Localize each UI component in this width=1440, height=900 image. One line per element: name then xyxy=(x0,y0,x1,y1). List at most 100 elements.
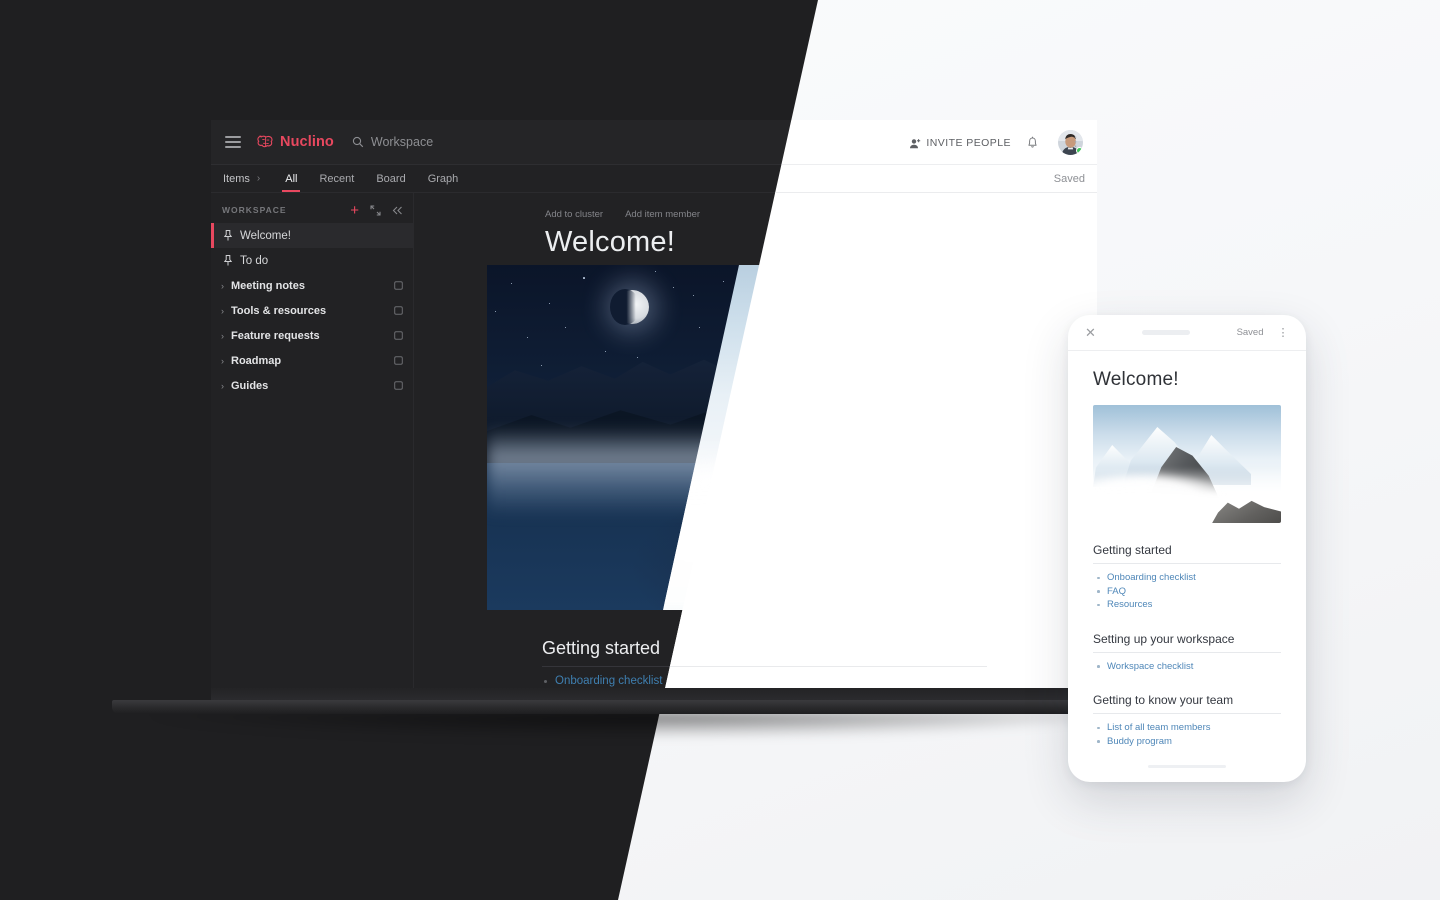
tab-graph[interactable]: Graph xyxy=(417,165,470,192)
sidebar-group-feature-requests[interactable]: › Feature requests xyxy=(211,323,413,348)
sidebar-item-welcome[interactable]: Welcome! xyxy=(211,223,413,248)
sidebar-header: WORKSPACE + xyxy=(211,197,413,223)
phone-device: ✕ Saved ⋮ Welcome! Getting started Onboa… xyxy=(1068,315,1306,782)
add-to-cluster-button[interactable]: Add to cluster xyxy=(545,209,603,220)
list-item[interactable]: List of all team members xyxy=(1097,721,1281,735)
chevron-right-icon: › xyxy=(256,173,261,184)
pin-icon xyxy=(224,230,232,241)
nuclino-brain-icon xyxy=(257,135,274,149)
list-item[interactable]: Resources xyxy=(1097,598,1281,612)
chevron-right-icon: › xyxy=(221,280,224,291)
sidebar-actions: + xyxy=(350,203,403,218)
tab-recent-label: Recent xyxy=(319,172,355,185)
tab-board[interactable]: Board xyxy=(365,165,416,192)
breadcrumb-label: Items xyxy=(223,172,250,185)
phone-section-getting-started: Getting started Onboarding checklist FAQ… xyxy=(1093,543,1281,612)
invite-people-button[interactable]: INVITE PEOPLE xyxy=(909,136,1011,148)
list-item[interactable]: FAQ xyxy=(1097,585,1281,599)
phone-link-list: List of all team members Buddy program xyxy=(1093,721,1281,748)
sidebar-group-tools-resources[interactable]: › Tools & resources xyxy=(211,298,413,323)
search-placeholder: Workspace xyxy=(370,135,434,149)
pin-icon xyxy=(224,255,232,266)
breadcrumb-placeholder xyxy=(1142,330,1191,335)
promo-composition: Nuclino Workspace INVITE PEOPLE Items › … xyxy=(0,0,1440,900)
bell-icon[interactable] xyxy=(1027,135,1040,149)
laptop-base xyxy=(112,700,1152,714)
moon-shadow xyxy=(610,289,640,325)
tab-recent[interactable]: Recent xyxy=(308,165,365,192)
sidebar-section-title: WORKSPACE xyxy=(222,205,287,215)
phone-hero-image xyxy=(1093,405,1281,523)
onboarding-checklist-link[interactable]: Onboarding checklist xyxy=(555,675,662,687)
sidebar-item-welcome-label: Welcome! xyxy=(240,229,291,242)
list-item[interactable]: Onboarding checklist xyxy=(1097,571,1281,585)
sidebar-group-meeting-notes-label: Meeting notes xyxy=(231,279,305,292)
cluster-icon xyxy=(394,381,403,390)
chevron-right-icon: › xyxy=(221,355,224,366)
add-person-icon xyxy=(909,137,921,148)
section-divider xyxy=(1093,651,1281,653)
section-divider xyxy=(1093,563,1281,564)
close-icon[interactable]: ✕ xyxy=(1085,326,1096,339)
tab-board-label: Board xyxy=(376,172,406,185)
app-topbar: Nuclino Workspace INVITE PEOPLE xyxy=(211,120,1097,165)
phone-page-title: Welcome! xyxy=(1093,369,1179,390)
list-item[interactable]: Buddy program xyxy=(1097,735,1281,749)
phone-save-status: Saved xyxy=(1236,327,1264,338)
brand-logo[interactable]: Nuclino xyxy=(257,134,334,150)
save-status: Saved xyxy=(1053,172,1085,185)
add-item-member-button[interactable]: Add item member xyxy=(625,209,700,220)
view-tabs: Items › All Recent Board Graph Saved xyxy=(211,165,1097,193)
cluster-icon xyxy=(394,306,403,315)
topbar-actions: INVITE PEOPLE xyxy=(909,129,1085,155)
add-icon[interactable]: + xyxy=(350,203,359,218)
phone-link-list: Onboarding checklist FAQ Resources xyxy=(1093,571,1281,612)
nuclino-app-dark: Nuclino Workspace INVITE PEOPLE Items › … xyxy=(211,120,1097,688)
cluster-icon xyxy=(394,356,403,365)
sidebar-group-feature-requests-label: Feature requests xyxy=(231,329,320,342)
tab-all[interactable]: All xyxy=(274,165,308,192)
search-input[interactable]: Workspace xyxy=(352,135,433,149)
cluster-icon xyxy=(394,281,403,290)
phone-link-list: Workspace checklist xyxy=(1093,660,1281,674)
sidebar-group-roadmap[interactable]: › Roadmap xyxy=(211,348,413,373)
list-item[interactable]: Workspace checklist xyxy=(1097,660,1281,674)
tab-graph-label: Graph xyxy=(427,172,459,185)
phone-section-heading: Getting started xyxy=(1093,543,1172,557)
chevron-right-icon: › xyxy=(221,330,224,341)
section-divider xyxy=(1093,713,1281,715)
search-icon xyxy=(352,136,364,148)
section-divider xyxy=(542,666,987,667)
document-toolbar: Add to cluster Add item member xyxy=(414,193,1097,220)
collapse-sidebar-icon[interactable] xyxy=(392,206,403,215)
brand-name: Nuclino xyxy=(280,134,334,150)
breadcrumb[interactable]: Items › xyxy=(219,165,274,192)
list-bullet xyxy=(544,680,547,683)
phone-kebab-menu[interactable]: ⋮ xyxy=(1278,326,1290,339)
expand-icon[interactable] xyxy=(370,204,381,216)
sidebar-group-guides-label: Guides xyxy=(231,379,269,392)
online-status-dot xyxy=(1074,146,1081,154)
page-title: Welcome! xyxy=(545,226,675,258)
home-indicator xyxy=(1148,764,1226,768)
hamburger-icon[interactable] xyxy=(225,136,241,148)
sidebar-group-guides[interactable]: › Guides xyxy=(211,373,413,398)
sidebar-item-todo-label: To do xyxy=(240,254,269,267)
laptop-screen: Nuclino Workspace INVITE PEOPLE Items › … xyxy=(211,120,1097,688)
laptop-shadow xyxy=(150,712,1130,738)
chevron-right-icon: › xyxy=(221,380,224,391)
phone-section-heading: Setting up your workspace xyxy=(1093,631,1235,646)
sidebar-group-meeting-notes[interactable]: › Meeting notes xyxy=(211,273,413,298)
avatar[interactable] xyxy=(1056,129,1081,155)
sidebar-item-todo[interactable]: To do xyxy=(211,248,413,273)
document-kebab-menu[interactable]: ⋮ xyxy=(1069,207,1083,223)
phone-topbar: ✕ Saved ⋮ xyxy=(1068,315,1306,351)
sidebar: WORKSPACE + Welcome! To do › Meeting not… xyxy=(211,193,414,688)
chevron-right-icon: › xyxy=(221,305,224,316)
phone-section-heading: Getting to know your team xyxy=(1093,693,1234,708)
phone-content: Welcome! Getting started Onboarding chec… xyxy=(1068,351,1306,749)
phone-section-setting-up-workspace: Setting up your workspace Workspace chec… xyxy=(1093,632,1281,674)
laptop-device: Nuclino Workspace INVITE PEOPLE Items › … xyxy=(211,120,1097,688)
phone-section-getting-to-know-team: Getting to know your team List of all te… xyxy=(1093,693,1281,748)
invite-people-label: INVITE PEOPLE xyxy=(926,136,1011,148)
